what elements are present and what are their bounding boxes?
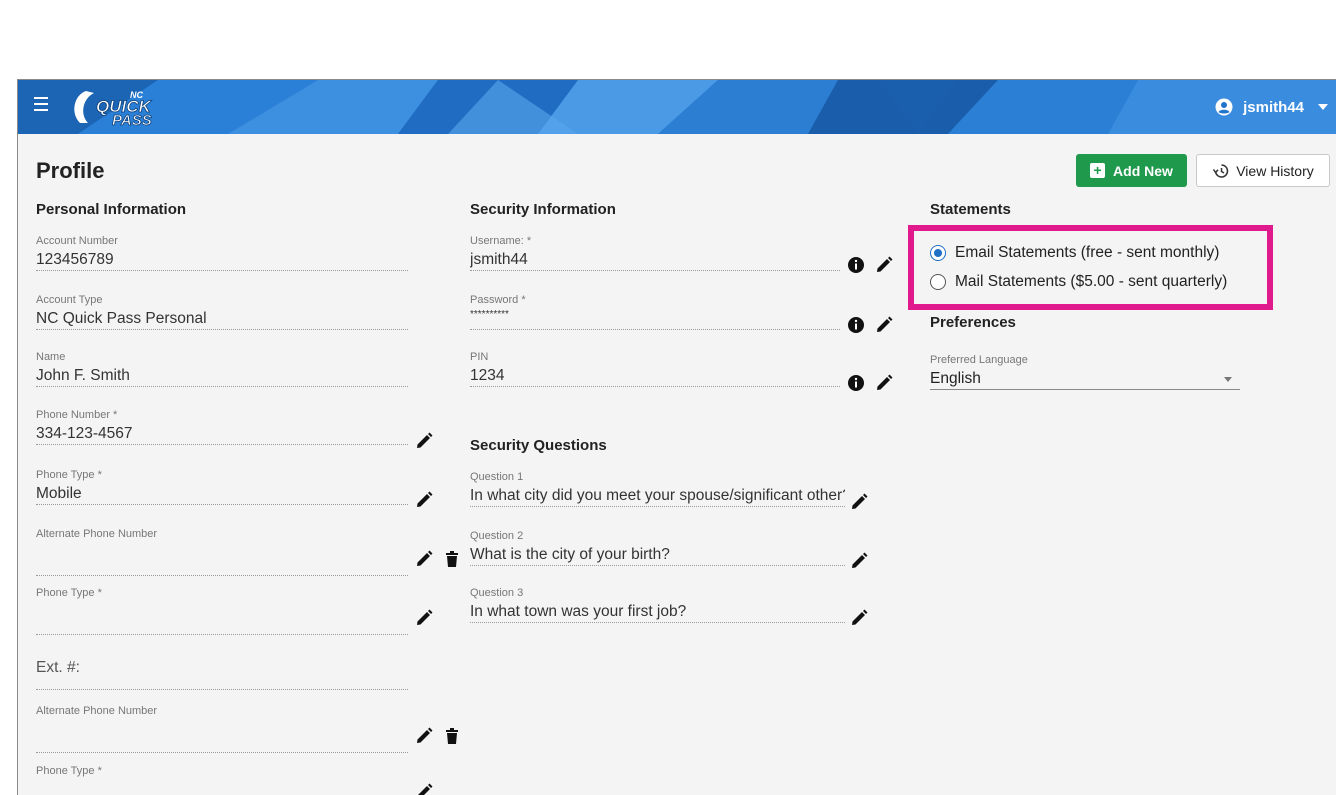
top-navbar: NC QUICK PASS jsmith44: [18, 80, 1336, 134]
svg-text:PASS: PASS: [112, 112, 152, 129]
radio-checked-icon[interactable]: [930, 245, 946, 261]
edit-phone-number-pencil-icon[interactable]: [415, 432, 433, 450]
field-label: PIN: [470, 351, 489, 363]
delete-alternate-phone-trash-icon[interactable]: [445, 550, 463, 568]
extension-label[interactable]: Ext. #:: [36, 650, 408, 690]
statements-highlight-box: [908, 225, 1273, 310]
field-label: Username: *: [470, 235, 532, 247]
edit-password-pencil-icon[interactable]: [875, 316, 893, 334]
navbar-background: [18, 80, 1336, 134]
field-value: John F. Smith: [36, 365, 408, 387]
alternate-phone-number-field[interactable]: Alternate Phone Number: [36, 528, 408, 576]
field-label: Question 3: [470, 587, 524, 599]
caret-down-icon: [1318, 104, 1328, 110]
statements-heading: Statements: [930, 201, 1011, 218]
user-menu[interactable]: jsmith44: [1215, 93, 1328, 121]
field-value[interactable]: [36, 554, 408, 576]
security-question-3-field[interactable]: Question 3 In what town was your first j…: [470, 587, 845, 623]
mail-statements-label: Mail Statements ($5.00 - sent quarterly): [955, 273, 1228, 290]
alternate-phone-number-2-field[interactable]: Alternate Phone Number: [36, 705, 408, 753]
field-label: Phone Type *: [36, 587, 102, 599]
field-value: NC Quick Pass Personal: [36, 308, 408, 330]
personal-information-heading: Personal Information: [36, 201, 187, 218]
field-value[interactable]: 334-123-4567: [36, 423, 408, 445]
edit-alternate-phone-2-pencil-icon[interactable]: [415, 727, 433, 745]
email-statements-radio[interactable]: Email Statements (free - sent monthly): [930, 244, 1219, 262]
edit-username-pencil-icon[interactable]: [875, 256, 893, 274]
account-number-field: Account Number 123456789: [36, 235, 408, 271]
app-frame: NC QUICK PASS jsmith44 Profile + Add New: [17, 79, 1336, 795]
field-label: Account Type: [36, 294, 103, 306]
name-field: Name John F. Smith: [36, 351, 408, 387]
username-field[interactable]: Username: * jsmith44: [470, 235, 840, 271]
user-circle-icon: [1215, 98, 1233, 116]
preferred-language-select[interactable]: Preferred Language English: [930, 354, 1240, 390]
phone-type-field[interactable]: Phone Type * Mobile: [36, 469, 408, 505]
field-label: Alternate Phone Number: [36, 705, 158, 717]
field-label: Name: [36, 351, 66, 363]
preferences-heading: Preferences: [930, 314, 1016, 331]
radio-unchecked-icon[interactable]: [930, 274, 946, 290]
delete-alternate-phone-2-trash-icon[interactable]: [445, 727, 463, 745]
plus-box-icon: +: [1090, 163, 1106, 178]
security-question-2-field[interactable]: Question 2 What is the city of your birt…: [470, 530, 845, 566]
username-label: jsmith44: [1243, 98, 1304, 116]
security-information-heading: Security Information: [470, 201, 616, 218]
field-label: Account Number: [36, 235, 118, 247]
edit-alternate-phone-pencil-icon[interactable]: [415, 550, 433, 568]
pin-field[interactable]: PIN 1234: [470, 351, 840, 387]
pin-info-icon[interactable]: [847, 374, 865, 392]
view-history-label: View History: [1236, 162, 1314, 179]
field-label: Question 2: [470, 530, 524, 542]
add-new-label: Add New: [1113, 162, 1173, 179]
add-new-button[interactable]: + Add New: [1076, 154, 1187, 187]
security-question-1-field[interactable]: Question 1 In what city did you meet you…: [470, 471, 845, 507]
edit-phone-type-2-pencil-icon[interactable]: [415, 609, 433, 627]
edit-question-3-pencil-icon[interactable]: [850, 609, 868, 627]
password-info-icon[interactable]: [847, 316, 865, 334]
extension-field[interactable]: Ext. #:: [36, 650, 408, 690]
alternate-phone-type-2-field[interactable]: Phone Type *: [36, 765, 408, 795]
field-value[interactable]: [36, 791, 408, 795]
field-label: Phone Type *: [36, 469, 102, 481]
edit-phone-type-3-pencil-icon[interactable]: [415, 783, 433, 795]
phone-number-field[interactable]: Phone Number * 334-123-4567: [36, 409, 408, 445]
field-label: Phone Type *: [36, 765, 102, 777]
security-questions-heading: Security Questions: [470, 437, 607, 454]
field-value[interactable]: In what town was your first job?: [470, 601, 845, 623]
password-field[interactable]: Password * **********: [470, 294, 840, 330]
view-history-button[interactable]: View History: [1196, 154, 1330, 187]
account-type-field: Account Type NC Quick Pass Personal: [36, 294, 408, 330]
history-icon: [1213, 163, 1229, 178]
mail-statements-radio[interactable]: Mail Statements ($5.00 - sent quarterly): [930, 273, 1227, 291]
hamburger-menu-icon[interactable]: [34, 97, 52, 117]
field-value[interactable]: 1234: [470, 365, 840, 387]
preferred-language-value[interactable]: English: [930, 368, 1240, 390]
edit-phone-type-pencil-icon[interactable]: [415, 491, 433, 509]
selected-language: English: [930, 370, 981, 387]
field-value[interactable]: What is the city of your birth?: [470, 544, 845, 566]
field-value[interactable]: [36, 731, 408, 753]
alternate-phone-type-field[interactable]: Phone Type *: [36, 587, 408, 635]
field-value: 123456789: [36, 249, 408, 271]
field-label: Password *: [470, 294, 526, 306]
dropdown-caret-icon: [1224, 377, 1232, 382]
username-info-icon[interactable]: [847, 256, 865, 274]
edit-pin-pencil-icon[interactable]: [875, 374, 893, 392]
nc-quick-pass-logo[interactable]: NC QUICK PASS: [66, 85, 186, 129]
field-label: Alternate Phone Number: [36, 528, 158, 540]
field-label: Preferred Language: [930, 354, 1028, 366]
email-statements-label: Email Statements (free - sent monthly): [955, 244, 1220, 261]
field-value[interactable]: In what city did you meet your spouse/si…: [470, 485, 845, 507]
field-value[interactable]: jsmith44: [470, 249, 840, 271]
field-value[interactable]: **********: [470, 308, 840, 330]
edit-question-1-pencil-icon[interactable]: [850, 493, 868, 511]
page-title: Profile: [36, 158, 105, 183]
edit-question-2-pencil-icon[interactable]: [850, 552, 868, 570]
field-label: Question 1: [470, 471, 524, 483]
field-label: Phone Number *: [36, 409, 118, 421]
field-value[interactable]: Mobile: [36, 483, 408, 505]
field-value[interactable]: [36, 613, 408, 635]
